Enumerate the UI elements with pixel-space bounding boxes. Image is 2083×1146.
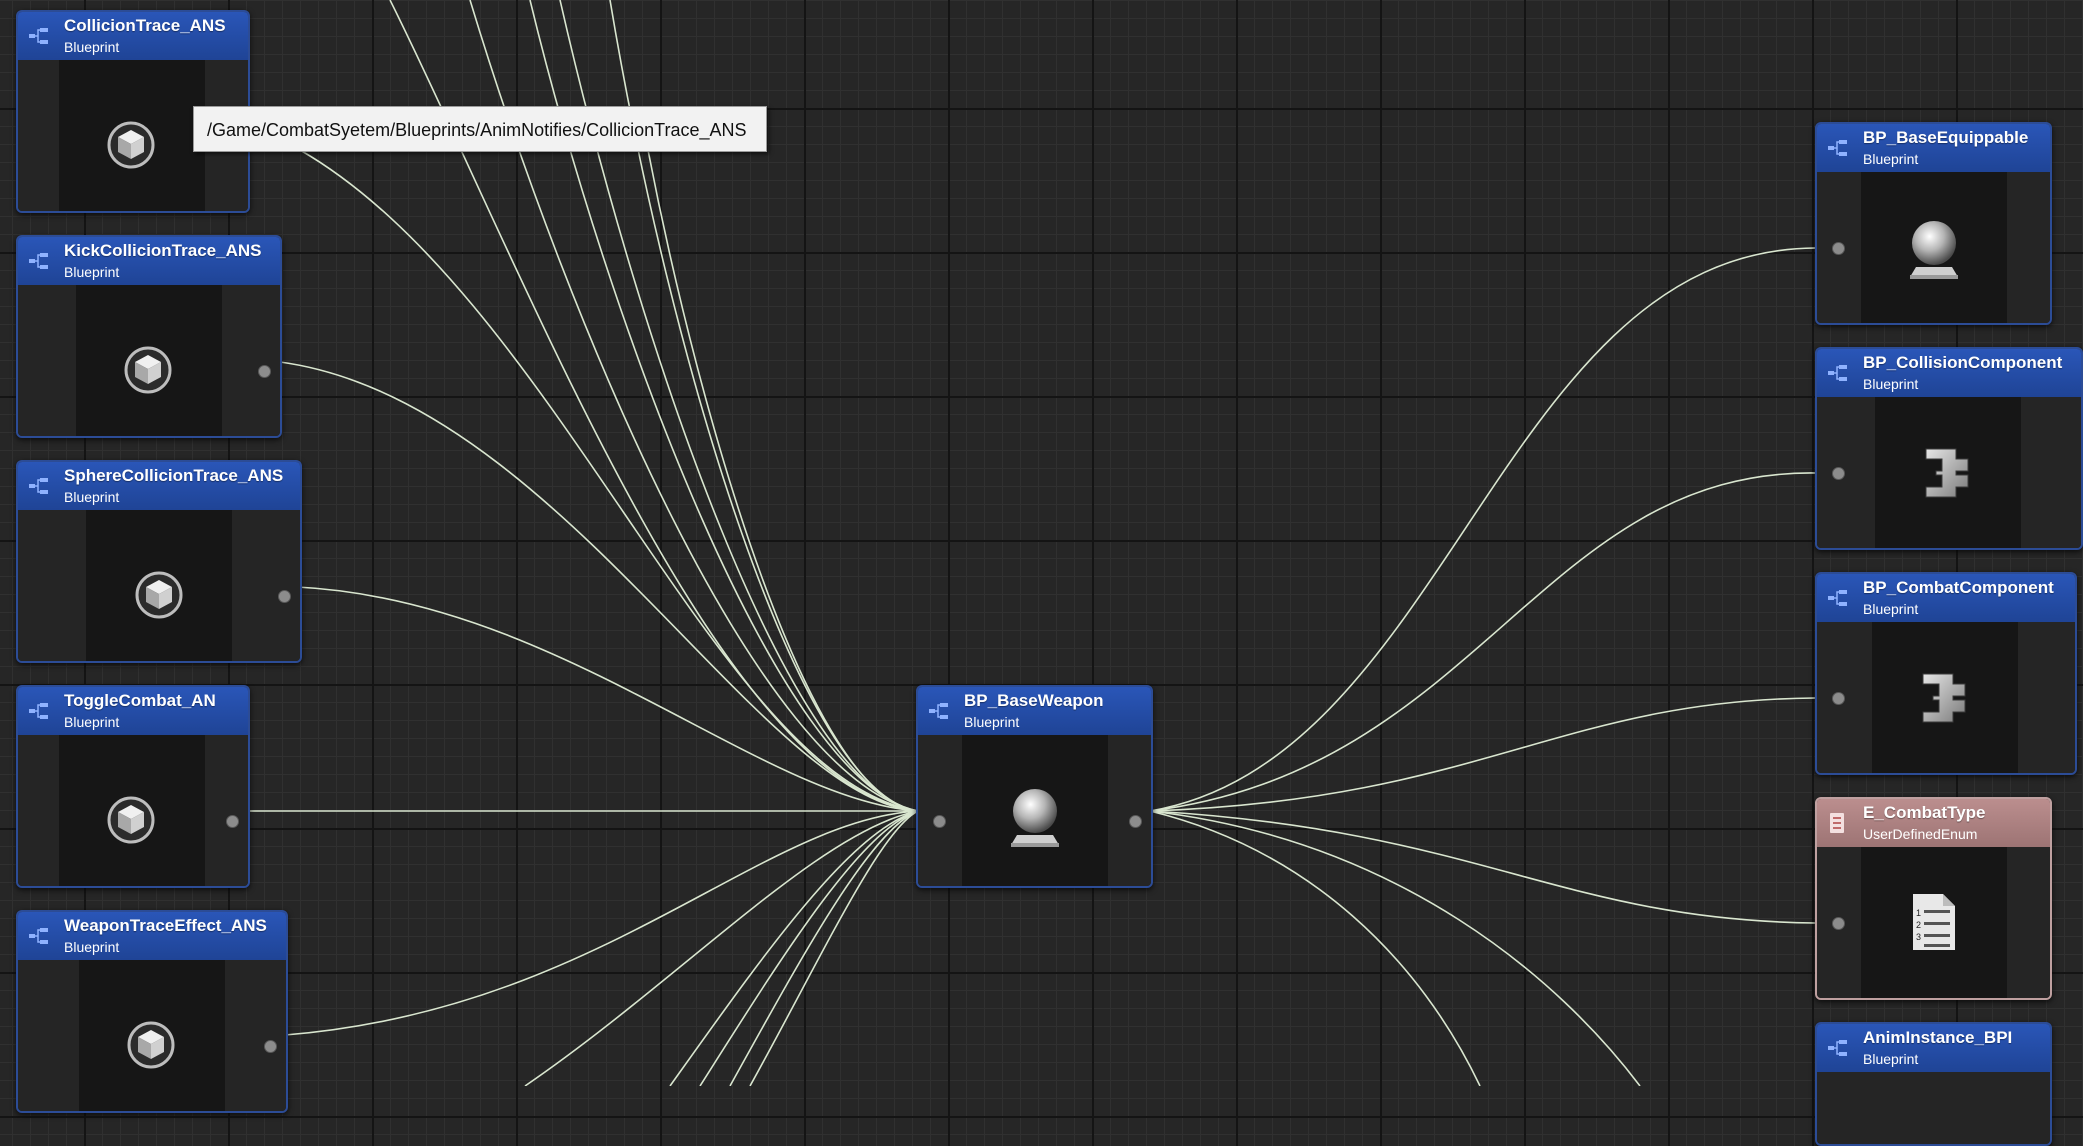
node-type: Blueprint: [964, 714, 1020, 730]
node-header: AnimInstance_BPI Blueprint: [1817, 1024, 2050, 1072]
enum-list-icon: [1909, 892, 1959, 952]
wire: [1149, 810, 1816, 924]
node-header: WeaponTraceEffect_ANS Blueprint: [18, 912, 286, 960]
input-pin[interactable]: [1832, 467, 1845, 480]
node-e-combat-type[interactable]: E_CombatType UserDefinedEnum: [1815, 797, 2052, 1000]
input-pin[interactable]: [933, 815, 946, 828]
output-pin[interactable]: [1129, 815, 1142, 828]
node-title: BP_BaseWeapon: [964, 691, 1104, 710]
blueprint-class-icon: [1827, 588, 1849, 608]
asset-path-tooltip: /Game/CombatSyetem/Blueprints/AnimNotifi…: [193, 106, 767, 152]
blueprint-class-icon: [1827, 138, 1849, 158]
node-title: BP_BaseEquippable: [1863, 128, 2029, 147]
cube-icon: [126, 1020, 176, 1070]
input-pin[interactable]: [1832, 692, 1845, 705]
wire: [647, 149, 919, 812]
wire: [279, 361, 919, 812]
node-sphere-collicion-trace-ans[interactable]: SphereCollicionTrace_ANS Blueprint: [16, 460, 302, 663]
node-header: E_CombatType UserDefinedEnum: [1817, 799, 2050, 847]
node-body: [18, 960, 286, 1111]
node-body: [1817, 847, 2050, 998]
node-type: Blueprint: [1863, 376, 1919, 392]
node-type: Blueprint: [64, 39, 120, 55]
node-anim-instance-bpi[interactable]: AnimInstance_BPI Blueprint: [1815, 1022, 2052, 1146]
node-header: BP_CollisionComponent Blueprint: [1817, 349, 2081, 397]
cube-icon: [106, 795, 156, 845]
node-bp-collision-component[interactable]: BP_CollisionComponent Blueprint: [1815, 347, 2083, 550]
node-header: CollicionTrace_ANS Blueprint: [18, 12, 248, 60]
node-type: Blueprint: [64, 264, 120, 280]
node-header: ToggleCombat_AN Blueprint: [18, 687, 248, 735]
node-kick-collicion-trace-ans[interactable]: KickCollicionTrace_ANS Blueprint: [16, 235, 282, 438]
actor-sphere-icon: [1902, 217, 1966, 281]
cube-icon: [134, 570, 184, 620]
output-pin[interactable]: [258, 365, 271, 378]
wire: [299, 149, 919, 812]
node-title: SphereCollicionTrace_ANS: [64, 466, 284, 485]
wire: [699, 810, 919, 1086]
input-pin[interactable]: [1832, 917, 1845, 930]
node-title: WeaponTraceEffect_ANS: [64, 916, 267, 935]
wire: [296, 586, 919, 812]
node-bp-base-equippable[interactable]: BP_BaseEquippable Blueprint: [1815, 122, 2052, 325]
node-bp-base-weapon[interactable]: BP_BaseWeapon Blueprint: [916, 685, 1153, 888]
node-body: [1817, 1072, 2050, 1144]
node-type: UserDefinedEnum: [1863, 826, 1978, 842]
blueprint-class-icon: [28, 926, 50, 946]
reference-wires: [247, 0, 1827, 1086]
output-pin[interactable]: [278, 590, 291, 603]
node-weapon-trace-effect-ans[interactable]: WeaponTraceEffect_ANS Blueprint: [16, 910, 288, 1113]
node-toggle-combat-an[interactable]: ToggleCombat_AN Blueprint: [16, 685, 250, 888]
blueprint-class-icon: [928, 701, 950, 721]
node-body: [1817, 172, 2050, 323]
node-type: Blueprint: [1863, 151, 1919, 167]
output-pin[interactable]: [264, 1040, 277, 1053]
blueprint-class-icon: [1827, 363, 1849, 383]
node-header: BP_BaseWeapon Blueprint: [918, 687, 1151, 735]
node-type: Blueprint: [1863, 1051, 1919, 1067]
node-bp-combat-component[interactable]: BP_CombatComponent Blueprint: [1815, 572, 2077, 775]
blueprint-class-icon: [28, 476, 50, 496]
cube-icon: [123, 345, 173, 395]
node-body: [18, 735, 248, 886]
node-title: CollicionTrace_ANS: [64, 16, 226, 35]
node-title: AnimInstance_BPI: [1863, 1028, 2013, 1047]
blueprint-class-icon: [28, 251, 50, 271]
node-type: Blueprint: [64, 939, 120, 955]
node-title: E_CombatType: [1863, 803, 1986, 822]
wire: [1149, 247, 1816, 812]
wire: [1149, 472, 1816, 812]
node-type: Blueprint: [1863, 601, 1919, 617]
node-body: [18, 285, 280, 436]
input-pin[interactable]: [1832, 242, 1845, 255]
node-title: KickCollicionTrace_ANS: [64, 241, 262, 260]
node-body: [1817, 397, 2081, 548]
node-type: Blueprint: [64, 489, 120, 505]
node-header: BP_BaseEquippable Blueprint: [1817, 124, 2050, 172]
component-icon: [1917, 670, 1973, 726]
wire: [524, 810, 919, 1086]
node-body: [918, 735, 1151, 886]
node-title: BP_CombatComponent: [1863, 578, 2054, 597]
wire: [1149, 697, 1816, 812]
blueprint-class-icon: [28, 701, 50, 721]
node-title: ToggleCombat_AN: [64, 691, 216, 710]
node-title: BP_CollisionComponent: [1863, 353, 2063, 372]
actor-sphere-icon: [1003, 785, 1067, 849]
node-header: SphereCollicionTrace_ANS Blueprint: [18, 462, 300, 510]
node-header: KickCollicionTrace_ANS Blueprint: [18, 237, 280, 285]
blueprint-class-icon: [1827, 1038, 1849, 1058]
wire: [1149, 810, 1641, 1086]
blueprint-class-icon: [28, 26, 50, 46]
node-body: [18, 510, 300, 661]
node-header: BP_CombatComponent Blueprint: [1817, 574, 2075, 622]
node-type: Blueprint: [64, 714, 120, 730]
component-icon: [1920, 445, 1976, 501]
node-body: [1817, 622, 2075, 773]
enum-icon: [1827, 813, 1849, 833]
output-pin[interactable]: [226, 815, 239, 828]
wire: [749, 810, 919, 1086]
cube-icon: [106, 120, 156, 170]
